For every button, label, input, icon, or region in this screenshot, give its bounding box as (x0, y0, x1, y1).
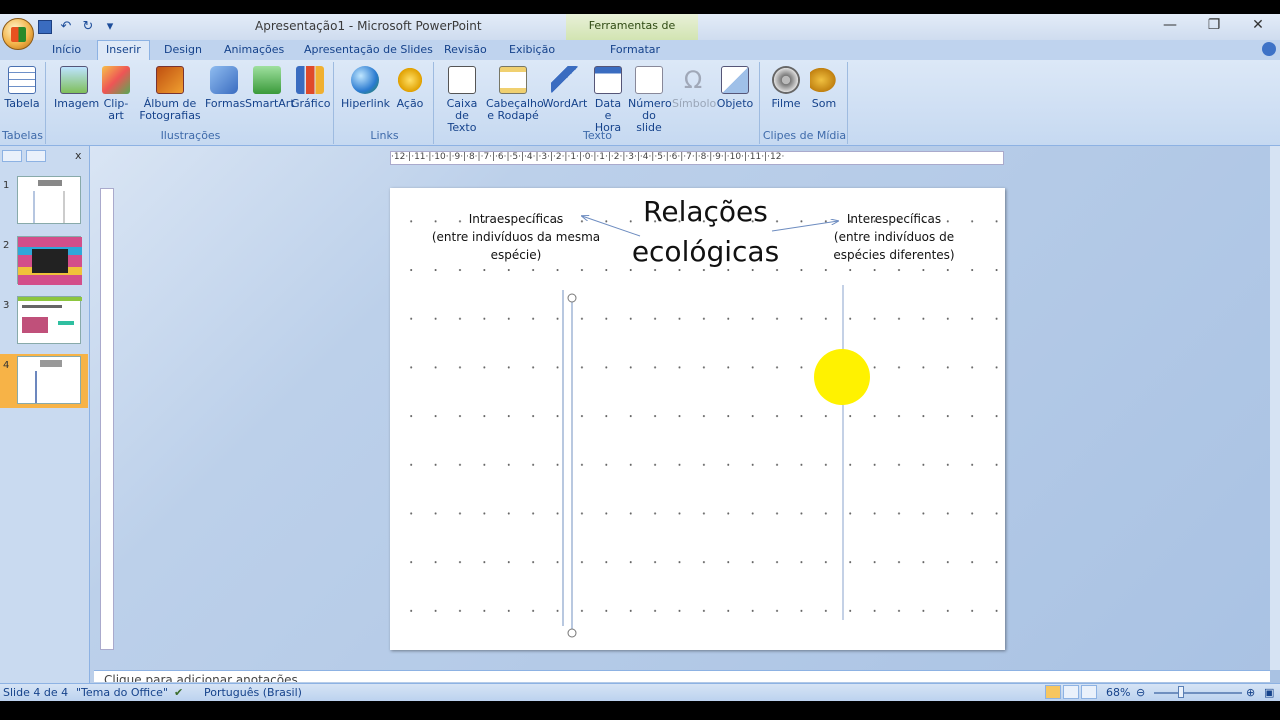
customize-qat-icon[interactable]: ▾ (102, 20, 118, 34)
smartart-icon (253, 66, 281, 94)
tab-animacoes[interactable]: Animações (224, 42, 284, 58)
vertical-ruler[interactable] (100, 188, 114, 650)
notes-pane[interactable]: Clique para adicionar anotações (94, 670, 1270, 682)
acao-button[interactable]: Ação (393, 66, 427, 110)
filme-button[interactable]: Filme (768, 66, 804, 110)
spellcheck-icon[interactable]: ✔ (174, 686, 183, 699)
slide-sorter-button[interactable] (1063, 685, 1079, 699)
film-reel-icon (772, 66, 800, 94)
tab-design[interactable]: Design (164, 42, 202, 58)
speaker-icon (810, 66, 838, 94)
globe-icon (351, 66, 379, 94)
numero-slide-button[interactable]: Número do slide (628, 66, 672, 134)
horizontal-ruler[interactable]: ·12·|·11·|·10·|·9·|·8·|·7·|·6·|·5·|·4·|·… (390, 151, 1004, 165)
tab-inicio[interactable]: Início (52, 42, 81, 58)
clipart-button[interactable]: Clip-art (97, 66, 135, 122)
close-button[interactable]: ✕ (1236, 14, 1280, 38)
save-icon[interactable] (38, 20, 52, 34)
cabecalho-button[interactable]: Cabeçalho e Rodapé (486, 66, 544, 122)
office-logo-icon (11, 27, 26, 42)
object-icon (721, 66, 749, 94)
som-button[interactable]: Som (808, 66, 840, 110)
photo-album-icon (156, 66, 184, 94)
contextual-tab-group: Ferramentas de Desenho (566, 14, 698, 56)
thumb-number: 1 (3, 180, 10, 191)
office-button[interactable] (2, 18, 34, 50)
slide-counter: Slide 4 de 4 (3, 686, 69, 699)
thumb-number: 3 (3, 300, 10, 311)
close-pane-icon[interactable]: x (75, 149, 82, 162)
thumbnail-3-preview (18, 297, 82, 333)
tab-inserir[interactable]: Inserir (97, 40, 150, 61)
action-star-icon (396, 66, 424, 94)
screen-bottom-border (0, 702, 1280, 720)
tab-revisao[interactable]: Revisão (444, 42, 487, 58)
zoom-slider[interactable] (1154, 692, 1242, 694)
tabela-button[interactable]: Tabela (4, 66, 40, 110)
grafico-button[interactable]: Gráfico (291, 66, 331, 110)
table-icon (8, 66, 36, 94)
minimize-button[interactable]: — (1148, 14, 1192, 38)
slide-thumbnail-2[interactable] (17, 236, 82, 285)
zoom-level[interactable]: 68% (1106, 686, 1130, 699)
wordart-icon (551, 66, 579, 94)
outline-tab[interactable] (26, 150, 46, 162)
clipart-icon (102, 66, 130, 94)
window-controls: — ❐ ✕ (1148, 14, 1280, 38)
interspecific-textbox[interactable]: Interespecíficas (entre indivíduos de es… (830, 210, 958, 264)
chart-icon (296, 66, 324, 94)
language[interactable]: Português (Brasil) (204, 686, 302, 699)
caixa-texto-button[interactable]: Caixa de Texto (440, 66, 484, 134)
shapes-icon (210, 66, 238, 94)
smartart-button[interactable]: SmartArt (245, 66, 295, 110)
slides-tab[interactable] (2, 150, 22, 162)
textbox-icon (448, 66, 476, 94)
zoom-in-icon[interactable]: ⊕ (1246, 686, 1255, 699)
thumbnail-2-preview (18, 237, 82, 285)
objeto-button[interactable]: Objeto (716, 66, 754, 110)
intraspecific-textbox[interactable]: Intraespecíficas (entre indivíduos da me… (428, 210, 604, 264)
slide-thumbnail-1[interactable] (17, 176, 81, 224)
album-button[interactable]: Álbum de Fotografias (138, 66, 202, 122)
imagem-button[interactable]: Imagem (54, 66, 99, 110)
normal-view-button[interactable] (1045, 685, 1061, 699)
status-bar: Slide 4 de 4 "Tema do Office" ✔ Portuguê… (0, 683, 1280, 701)
vertical-scrollbar[interactable] (1270, 146, 1280, 670)
omega-icon: Ω (683, 66, 703, 94)
formas-button[interactable]: Formas (205, 66, 245, 110)
slides-pane (0, 146, 90, 684)
tab-apresentacao[interactable]: Apresentação de Slides (304, 42, 433, 58)
theme-name: "Tema do Office" (76, 686, 169, 699)
help-icon[interactable] (1262, 42, 1276, 56)
tab-formatar[interactable]: Formatar (610, 42, 660, 58)
fit-to-window-icon[interactable]: ▣ (1264, 686, 1274, 699)
slideshow-view-button[interactable] (1081, 685, 1097, 699)
data-hora-button[interactable]: Data e Hora (590, 66, 626, 134)
tab-exibicao[interactable]: Exibição (509, 42, 555, 58)
slide-thumbnail-4[interactable] (17, 356, 81, 404)
zoom-out-icon[interactable]: ⊖ (1136, 686, 1145, 699)
thumbnail-1-preview (33, 180, 65, 223)
hiperlink-button[interactable]: Hiperlink (341, 66, 390, 110)
thumbnail-4-preview (35, 360, 62, 403)
undo-icon[interactable]: ↶ (58, 20, 74, 34)
simbolo-button[interactable]: Ω Símbolo (672, 66, 716, 110)
slide-thumbnail-3[interactable] (17, 296, 82, 344)
restore-button[interactable]: ❐ (1192, 14, 1236, 38)
header-footer-icon (499, 66, 527, 94)
picture-icon (60, 66, 88, 94)
thumb-number: 2 (3, 240, 10, 251)
thumb-number: 4 (3, 360, 10, 371)
slide-title[interactable]: Relações ecológicas (628, 192, 783, 272)
quick-access-toolbar: ↶ ↻ ▾ (38, 18, 118, 36)
zoom-slider-knob[interactable] (1178, 686, 1184, 698)
wordart-button[interactable]: WordArt (542, 66, 588, 110)
calendar-icon (594, 66, 622, 94)
window-title: Apresentação1 - Microsoft PowerPoint (255, 19, 482, 33)
redo-icon[interactable]: ↻ (80, 20, 96, 34)
slide-number-icon (635, 66, 663, 94)
